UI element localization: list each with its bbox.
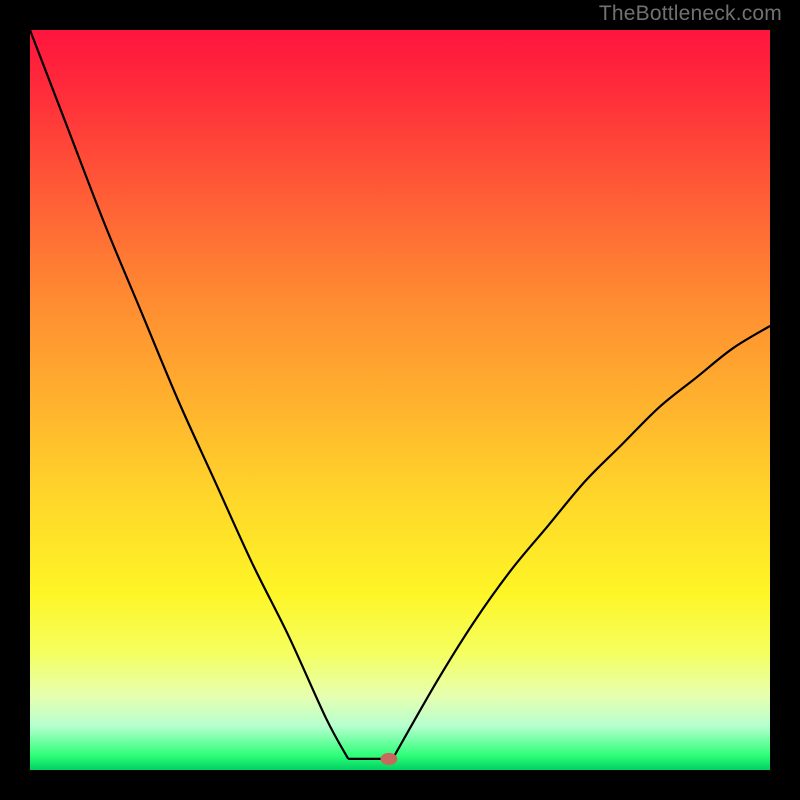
chart-frame: TheBottleneck.com bbox=[0, 0, 800, 800]
trough-marker bbox=[381, 753, 397, 764]
plot-area bbox=[30, 30, 770, 770]
left-branch-path bbox=[30, 30, 348, 759]
curve-svg bbox=[30, 30, 770, 770]
watermark-text: TheBottleneck.com bbox=[599, 2, 782, 26]
right-branch-path bbox=[393, 326, 770, 759]
